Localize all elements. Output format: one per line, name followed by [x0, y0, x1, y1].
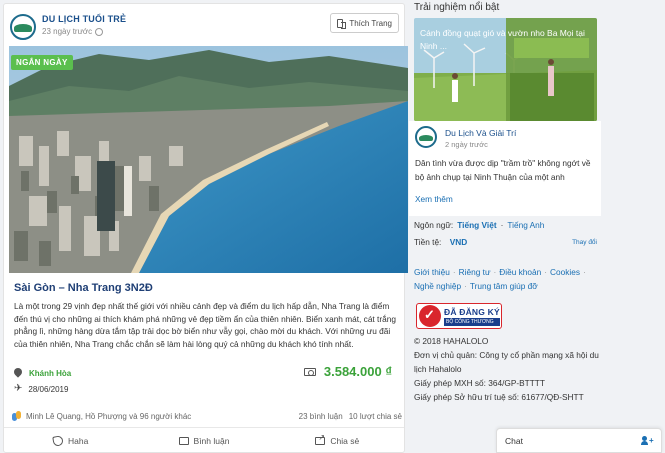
add-user-icon[interactable]: +	[641, 435, 654, 446]
page: DU LỊCH TUỔI TRẺ 23 ngày trước Thích Tra…	[0, 0, 665, 453]
post-time: 23 ngày trước	[42, 27, 104, 36]
like-page-button[interactable]: Thích Trang	[330, 13, 399, 33]
featured-caption: Cánh đồng quạt gió và vườn nho Ba Mọi tạ…	[420, 28, 585, 51]
link-separator: ·	[544, 267, 548, 277]
link-separator: ·	[583, 267, 586, 277]
stats-right: 23 bình luận 10 lượt chia sẻ	[299, 412, 402, 421]
post-stats: Minh Lê Quang, Hồ Phượng và 96 người khá…	[12, 411, 402, 421]
post-header: DU LỊCH TUỔI TRẺ 23 ngày trước Thích Tra…	[4, 4, 404, 46]
comments-count[interactable]: 23 bình luận	[299, 412, 343, 421]
registered-badge[interactable]: ĐÃ ĐĂNG KÝ BỘ CÔNG THƯƠNG	[416, 303, 502, 329]
reactions-icon	[12, 411, 22, 421]
post-card: DU LỊCH TUỔI TRẺ 23 ngày trước Thích Tra…	[3, 3, 408, 453]
featured-card: Du Lịch Và Giải Trí 2 ngày trước Dân tìn…	[409, 121, 601, 216]
language-separator: ·	[500, 220, 504, 230]
page-name-link[interactable]: DU LỊCH TUỔI TRẺ	[42, 14, 126, 24]
sidebar-title: Trải nghiệm nổi bật	[414, 2, 500, 13]
currency-row: Tiền tệ: VND Thay đổi	[414, 237, 597, 247]
plus-icon: +	[649, 435, 654, 445]
link-terms[interactable]: Điều khoản	[499, 267, 541, 277]
haha-icon	[52, 434, 64, 447]
link-separator: ·	[452, 267, 456, 277]
link-intro[interactable]: Giới thiệu	[414, 267, 450, 277]
location-row: Khánh Hòa	[14, 368, 71, 379]
departure-date: 28/06/2019	[28, 384, 69, 394]
date-row: ✈ 28/06/2019	[14, 384, 68, 394]
price-block: 3.584.000 ₫	[303, 364, 392, 379]
reactors-text[interactable]: Minh Lê Quang, Hồ Phượng và 96 người khá…	[26, 412, 191, 421]
currency-value: VND	[449, 237, 468, 247]
see-more-link[interactable]: Xem thêm	[415, 194, 453, 204]
tour-price: 3.584.000 ₫	[323, 364, 392, 379]
airplane-icon: ✈	[14, 383, 23, 394]
link-careers[interactable]: Nghề nghiệp	[414, 281, 461, 291]
nha-trang-bay-image	[9, 46, 408, 273]
featured-text: Dân tình vừa được dịp "trầm trồ" không n…	[415, 158, 591, 182]
haha-button[interactable]: Haha	[4, 428, 137, 453]
registered-text: ĐÃ ĐĂNG KÝ BỘ CÔNG THƯƠNG	[444, 307, 500, 326]
comment-icon	[178, 436, 189, 445]
duration-badge: NGẮN NGÀY	[11, 55, 73, 70]
globe-icon	[95, 27, 104, 36]
license-mxh: Giấy phép MXH số: 364/GP-BTTTT	[414, 378, 545, 388]
post-hero-image[interactable]	[9, 46, 408, 273]
copyright: © 2018 HAHALOLO	[414, 336, 489, 346]
post-actions: Haha Bình luận Chia sẻ	[4, 427, 404, 453]
link-help[interactable]: Trung tâm giúp đỡ	[470, 281, 538, 291]
comment-label: Bình luận	[193, 435, 230, 446]
location-text[interactable]: Khánh Hòa	[29, 369, 71, 378]
license-ip: Giấy phép Sở hữu trí tuệ số: 61677/QĐ-SH…	[414, 392, 584, 402]
language-label: Ngôn ngữ:	[414, 220, 454, 230]
haha-label: Haha	[68, 435, 89, 446]
comment-button[interactable]: Bình luận	[137, 428, 270, 453]
like-page-label: Thích Trang	[349, 18, 392, 28]
shares-count[interactable]: 10 lượt chia sẻ	[349, 412, 402, 421]
registered-subtitle: BỘ CÔNG THƯƠNG	[444, 317, 500, 326]
currency-change-link[interactable]: Thay đổi	[572, 239, 597, 246]
link-separator: ·	[464, 281, 467, 291]
share-icon	[315, 433, 326, 445]
language-english[interactable]: Tiếng Anh	[507, 220, 544, 230]
tour-description: Là một trong 29 vịnh đẹp nhất thế giới v…	[14, 301, 396, 349]
footer-links: Giới thiệu · Riêng tư · Điều khoản · Cookies · …	[414, 265, 604, 293]
featured-time: 2 ngày trước	[445, 140, 488, 149]
currency-label: Tiền tệ:	[414, 237, 442, 247]
tour-title[interactable]: Sài Gòn – Nha Trang 3N2Đ	[14, 282, 153, 294]
check-seal-icon	[419, 305, 441, 327]
owner-info: Đơn vị chủ quản: Công ty cổ phần mạng xã…	[414, 350, 599, 374]
chat-bar[interactable]: Chat +	[496, 428, 662, 453]
share-label: Chia sẻ	[330, 435, 360, 446]
link-privacy[interactable]: Riêng tư	[459, 267, 491, 277]
chat-label: Chat	[505, 435, 523, 446]
page-avatar[interactable]	[10, 14, 36, 40]
registered-title: ĐÃ ĐĂNG KÝ	[444, 306, 500, 317]
featured-page-name[interactable]: Du Lịch Và Giải Trí	[445, 128, 516, 138]
language-vietnamese[interactable]: Tiếng Việt	[457, 220, 496, 230]
post-time-text: 23 ngày trước	[42, 27, 93, 36]
link-separator: ·	[493, 267, 497, 277]
thumbs-up-icon	[336, 18, 347, 29]
featured-image[interactable]: Cánh đồng quạt gió và vườn nho Ba Mọi tạ…	[414, 18, 597, 121]
share-button[interactable]: Chia sẻ	[271, 428, 404, 453]
money-icon	[303, 367, 316, 376]
featured-avatar[interactable]	[415, 126, 437, 148]
language-row: Ngôn ngữ: Tiếng Việt · Tiếng Anh	[414, 220, 544, 230]
map-pin-icon	[14, 368, 23, 379]
link-cookies[interactable]: Cookies	[550, 267, 580, 277]
footer-info: © 2018 HAHALOLO Đơn vị chủ quản: Công ty…	[414, 334, 604, 404]
